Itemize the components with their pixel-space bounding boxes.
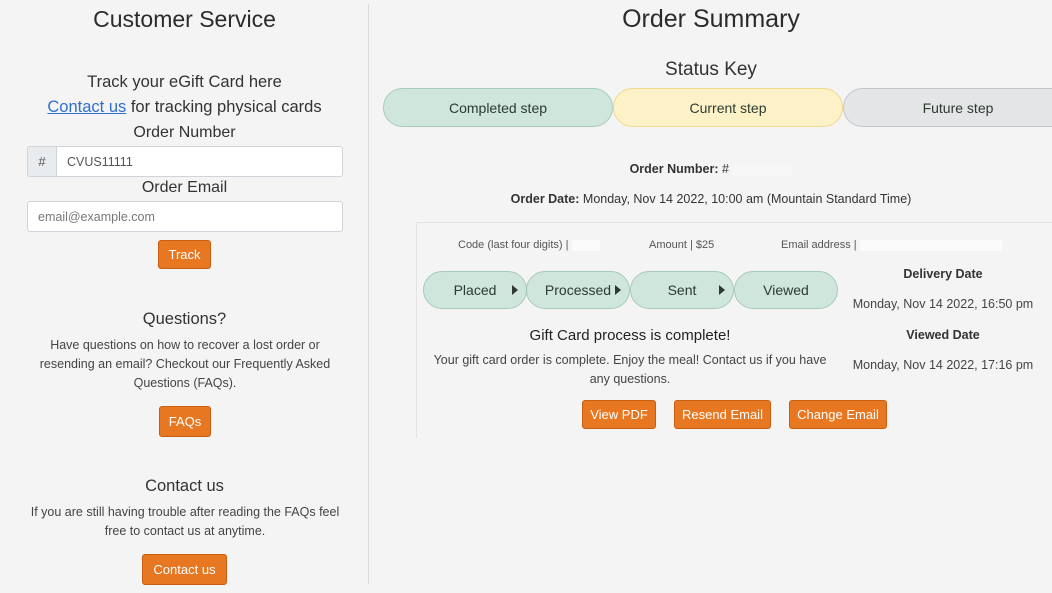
contact-us-button[interactable]: Contact us xyxy=(142,554,227,585)
customer-service-title: Customer Service xyxy=(93,6,276,32)
order-summary-panel: Order Summary Status Key Completed step … xyxy=(370,0,1052,593)
complete-title: Gift Card process is complete! xyxy=(529,327,731,344)
delivery-date-label: Delivery Date xyxy=(903,267,983,281)
email-meta: Email address | xyxy=(781,239,1002,251)
redacted-code xyxy=(571,239,600,251)
order-date-value: Monday, Nov 14 2022, 10:00 am (Mountain … xyxy=(582,192,912,206)
track-instructions: Track your eGift Card here Contact us fo… xyxy=(0,70,369,120)
amount-meta: Amount | $25 xyxy=(649,239,715,251)
track-line: Track your eGift Card here xyxy=(87,73,282,91)
order-summary-title: Order Summary xyxy=(622,5,800,33)
step-sent-label: Sent xyxy=(667,282,697,298)
column-divider xyxy=(368,4,369,584)
step-viewed: Viewed xyxy=(734,271,838,309)
gift-card-panel: Code (last four digits) | Amount | $25 E… xyxy=(416,222,1052,438)
contact-text: If you are still having trouble after re… xyxy=(30,505,340,538)
contact-line: Contact us for tracking physical cards xyxy=(0,95,369,120)
status-key-future: Future step xyxy=(843,88,1052,127)
order-number-line: Order Number: # xyxy=(370,162,1052,176)
arrow-right-icon xyxy=(512,285,518,295)
redacted-order-number xyxy=(732,163,793,176)
change-email-button[interactable]: Change Email xyxy=(789,400,887,429)
order-date-heading: Order Date: xyxy=(510,192,580,206)
arrow-right-icon xyxy=(719,285,725,295)
customer-service-panel: Customer Service Track your eGift Card h… xyxy=(0,0,369,593)
status-key-completed: Completed step xyxy=(383,88,613,127)
step-placed: Placed xyxy=(423,271,527,309)
email-label: Email address | xyxy=(781,239,857,251)
order-date-line: Order Date: Monday, Nov 14 2022, 10:00 a… xyxy=(370,192,1052,206)
code-label: Code (last four digits) | xyxy=(458,239,569,251)
resend-email-button[interactable]: Resend Email xyxy=(674,400,771,429)
track-button[interactable]: Track xyxy=(158,240,211,269)
order-number-heading: Order Number: xyxy=(629,162,719,176)
order-email-input[interactable] xyxy=(27,201,343,232)
questions-title: Questions? xyxy=(142,310,227,328)
complete-text: Your gift card order is complete. Enjoy … xyxy=(433,353,827,386)
order-number-group: # xyxy=(27,146,343,177)
viewed-date-value: Monday, Nov 14 2022, 17:16 pm xyxy=(852,358,1034,372)
code-meta: Code (last four digits) | xyxy=(458,239,600,251)
contact-suffix: for tracking physical cards xyxy=(126,98,322,116)
step-placed-label: Placed xyxy=(453,282,497,298)
redacted-email xyxy=(859,239,1002,251)
order-email-label: Order Email xyxy=(141,179,228,196)
delivery-date-value: Monday, Nov 14 2022, 16:50 pm xyxy=(852,297,1034,311)
questions-text: Have questions on how to recover a lost … xyxy=(39,338,331,390)
status-key-current: Current step xyxy=(613,88,843,127)
faqs-button[interactable]: FAQs xyxy=(159,406,211,437)
order-number-label: Order Number xyxy=(133,124,236,141)
contact-title: Contact us xyxy=(145,477,224,495)
viewed-date-label: Viewed Date xyxy=(906,328,980,342)
step-processed-label: Processed xyxy=(544,282,612,298)
view-pdf-button[interactable]: View PDF xyxy=(582,400,656,429)
step-processed: Processed xyxy=(526,271,630,309)
step-viewed-label: Viewed xyxy=(763,282,809,298)
contact-us-link[interactable]: Contact us xyxy=(47,98,126,116)
status-key-title: Status Key xyxy=(665,59,757,80)
order-number-input[interactable] xyxy=(56,146,343,177)
step-sent: Sent xyxy=(630,271,734,309)
hash-prefix: # xyxy=(27,146,56,177)
order-number-hash: # xyxy=(721,162,729,176)
arrow-right-icon xyxy=(615,285,621,295)
